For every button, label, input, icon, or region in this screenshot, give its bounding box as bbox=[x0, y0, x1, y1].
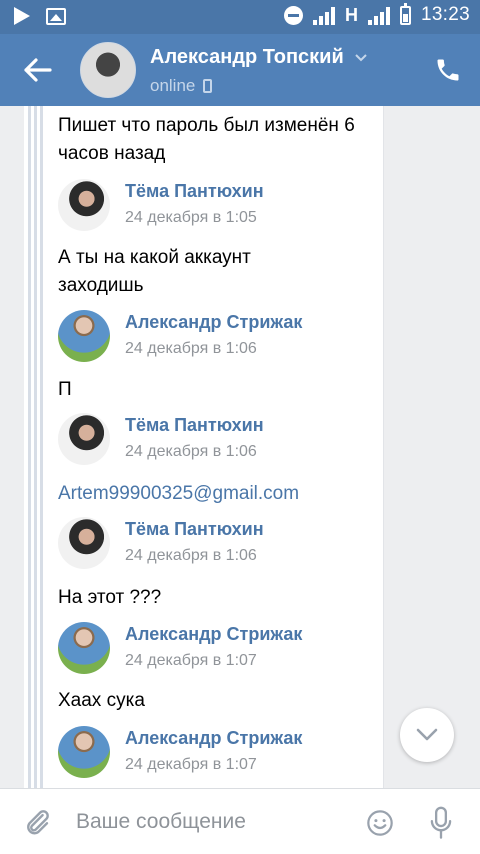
call-button[interactable] bbox=[434, 56, 462, 84]
message-time: 24 декабря в 1:06 bbox=[125, 547, 257, 564]
avatar[interactable] bbox=[58, 622, 110, 674]
email-link[interactable]: Artem99900325@gmail.com bbox=[58, 480, 299, 508]
message-text: А ты на какой аккаунт заходишь bbox=[58, 247, 251, 296]
author-name[interactable]: Александр Стрижак bbox=[125, 728, 302, 749]
message-text: П bbox=[58, 379, 72, 400]
play-icon bbox=[14, 7, 30, 25]
status-bar: H 13:23 bbox=[0, 0, 480, 34]
arrow-left-icon bbox=[24, 58, 52, 82]
signal-icon bbox=[312, 6, 335, 25]
chat-avatar[interactable] bbox=[80, 42, 136, 98]
chat-title[interactable]: Александр Топский bbox=[150, 46, 368, 69]
mobile-icon bbox=[203, 79, 213, 93]
avatar[interactable] bbox=[58, 726, 110, 778]
message-input[interactable] bbox=[76, 805, 356, 839]
avatar[interactable] bbox=[58, 179, 110, 231]
forward-quote-lines bbox=[28, 106, 44, 788]
emoji-button[interactable] bbox=[366, 809, 394, 837]
avatar[interactable] bbox=[58, 310, 110, 362]
network-type: H bbox=[344, 4, 358, 25]
chat-title-text: Александр Топский bbox=[150, 46, 344, 68]
message-list[interactable]: Пишет что пароль был изменён 6 часов наз… bbox=[0, 106, 480, 788]
smile-icon bbox=[367, 810, 393, 836]
author-name[interactable]: Александр Стрижак bbox=[125, 312, 302, 333]
do-not-disturb-icon bbox=[283, 5, 303, 25]
compose-bar bbox=[0, 788, 480, 854]
message-text: Пишет что пароль был изменён 6 часов наз… bbox=[58, 115, 355, 164]
author-name[interactable]: Тёма Пантюхин bbox=[125, 181, 264, 202]
back-button[interactable] bbox=[22, 56, 56, 84]
message-text: На этот ??? bbox=[58, 587, 162, 608]
message-time: 24 декабря в 1:05 bbox=[125, 209, 257, 226]
author-name[interactable]: Александр Стрижак bbox=[125, 624, 302, 645]
gallery-icon bbox=[46, 7, 66, 25]
microphone-icon bbox=[430, 806, 452, 839]
paperclip-icon bbox=[27, 810, 49, 835]
message-time: 24 декабря в 1:07 bbox=[125, 756, 257, 773]
message-time: 24 декабря в 1:06 bbox=[125, 443, 257, 460]
chevron-down-icon bbox=[416, 728, 438, 741]
attach-button[interactable] bbox=[22, 807, 52, 837]
message-time: 24 декабря в 1:06 bbox=[125, 340, 257, 357]
online-status: online bbox=[150, 76, 213, 96]
author-name[interactable]: Тёма Пантюхин bbox=[125, 415, 264, 436]
message-link[interactable]: Artem99900325@gmail.com bbox=[58, 480, 299, 508]
voice-message-button[interactable] bbox=[428, 806, 454, 840]
message-text: Хаах сука bbox=[58, 690, 145, 711]
battery-icon bbox=[399, 2, 411, 25]
signal-icon-2 bbox=[367, 6, 390, 25]
message-time: 24 декабря в 1:07 bbox=[125, 652, 257, 669]
phone-icon bbox=[437, 59, 459, 81]
chat-header: Александр Топский online bbox=[0, 34, 480, 106]
status-time: 13:23 bbox=[420, 4, 470, 25]
author-name[interactable]: Тёма Пантюхин bbox=[125, 519, 264, 540]
avatar[interactable] bbox=[58, 517, 110, 569]
chevron-down-icon bbox=[355, 53, 367, 61]
scroll-down-button[interactable] bbox=[400, 708, 454, 762]
online-status-text: online bbox=[150, 76, 196, 95]
avatar[interactable] bbox=[58, 413, 110, 465]
